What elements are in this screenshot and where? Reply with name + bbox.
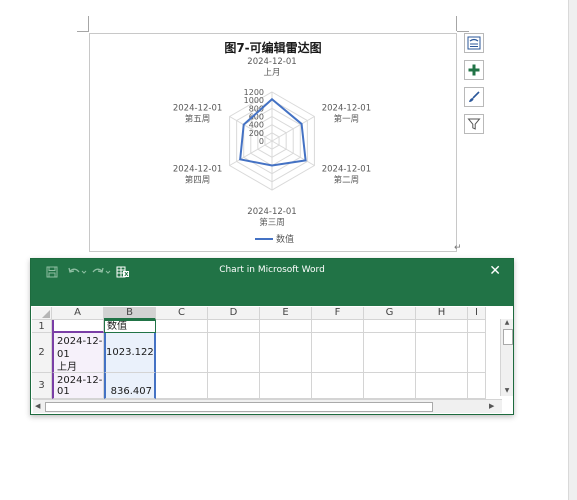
column-header-H[interactable]: H	[416, 307, 468, 320]
cell-G1[interactable]	[364, 320, 416, 333]
legend-label: 数值	[276, 233, 294, 245]
cell-I1[interactable]	[468, 320, 486, 333]
cell-A3[interactable]: 2024-12-01	[52, 373, 104, 399]
data-point	[304, 159, 307, 162]
select-all-corner[interactable]	[32, 307, 52, 320]
cell-A2[interactable]: 2024-12-01 上月	[52, 333, 104, 373]
cell-E1[interactable]	[260, 320, 312, 333]
row-header-1[interactable]: 1	[32, 320, 52, 333]
category-label-date: 2024-12-01	[173, 104, 222, 114]
column-header-F[interactable]: F	[312, 307, 364, 320]
layout-options-icon	[467, 36, 481, 50]
paragraph-mark: ↵	[454, 243, 462, 253]
close-icon: ✕	[489, 263, 501, 279]
chart-data-window: X Chart in Microsoft Word ✕ ABCDEFGHI 1 …	[30, 258, 514, 415]
scroll-up-button[interactable]: ▲	[502, 319, 512, 328]
window-title: Chart in Microsoft Word	[219, 265, 325, 275]
scroll-right-button[interactable]: ▶	[489, 401, 498, 412]
layout-options-button[interactable]	[464, 33, 484, 53]
cell-A1[interactable]	[52, 320, 104, 333]
category-label-date: 2024-12-01	[173, 165, 222, 175]
cell-B3[interactable]: 836.407	[104, 373, 156, 399]
column-header-I[interactable]: I	[468, 307, 486, 320]
cell-D1[interactable]	[208, 320, 260, 333]
column-header-G[interactable]: G	[364, 307, 416, 320]
cell-B2[interactable]: 1023.122	[104, 333, 156, 373]
category-label-date: 2024-12-01	[322, 165, 371, 175]
data-point	[300, 123, 303, 125]
crop-mark-top-right-h	[457, 31, 469, 32]
category-label-name: 第四周	[185, 175, 211, 186]
column-header-A[interactable]: A	[52, 307, 104, 320]
crop-mark-top-right-v	[456, 16, 457, 31]
category-label-date: 2024-12-01	[247, 207, 296, 217]
plus-icon	[468, 64, 480, 76]
cell-G3[interactable]	[364, 373, 416, 399]
category-label-name: 第二周	[334, 175, 360, 186]
cell-F1[interactable]	[312, 320, 364, 333]
cell-C1[interactable]	[156, 320, 208, 333]
radar-chart: 1200100080060040020002024-12-01上月2024-12…	[173, 57, 371, 245]
cell-I2[interactable]	[468, 333, 486, 373]
close-button[interactable]: ✕	[489, 263, 501, 279]
column-header-D[interactable]: D	[208, 307, 260, 320]
cell-B1[interactable]: 数值	[104, 320, 156, 333]
cell-C3[interactable]	[156, 373, 208, 399]
chart-elements-button[interactable]	[464, 60, 484, 80]
brush-icon	[469, 91, 480, 102]
cell-F2[interactable]	[312, 333, 364, 373]
column-header-B[interactable]: B	[104, 307, 156, 320]
category-label-name: 第五周	[185, 114, 211, 125]
category-label-name: 上月	[263, 68, 280, 78]
data-point	[242, 123, 245, 126]
data-point	[271, 98, 273, 101]
crop-mark-top-left-v	[88, 16, 89, 31]
row-header-2[interactable]: 2	[32, 333, 52, 373]
vertical-scrollbar[interactable]: ▲ ▼	[500, 319, 513, 396]
category-label-name: 第一周	[334, 114, 360, 125]
cell-H1[interactable]	[416, 320, 468, 333]
horizontal-scroll-thumb[interactable]	[45, 402, 433, 412]
window-titlebar: X Chart in Microsoft Word ✕	[31, 259, 513, 306]
document-scrollbar[interactable]	[568, 0, 577, 500]
cell-F3[interactable]	[312, 373, 364, 399]
chart-area[interactable]: 图7-可编辑雷达图 1200 1000 800 600 400 200 0 2024-12-0…	[89, 33, 457, 252]
document-page: 图7-可编辑雷达图 1200 1000 800 600 400 200 0 2024-12-0…	[0, 0, 568, 500]
column-header-E[interactable]: E	[260, 307, 312, 320]
data-point	[239, 158, 241, 161]
row-header-3[interactable]: 3	[32, 373, 52, 399]
cell-I3[interactable]	[468, 373, 486, 399]
radial-tick-label: 0	[259, 137, 264, 146]
data-point	[271, 164, 273, 167]
crop-mark-top-left-h	[77, 31, 89, 32]
cell-E3[interactable]	[260, 373, 312, 399]
cell-H2[interactable]	[416, 333, 468, 373]
column-header-C[interactable]: C	[156, 307, 208, 320]
cell-G2[interactable]	[364, 333, 416, 373]
cell-D2[interactable]	[208, 333, 260, 373]
category-label-name: 第三周	[259, 217, 285, 228]
category-label-date: 2024-12-01	[247, 57, 296, 67]
filter-icon	[467, 118, 481, 130]
category-label-date: 2024-12-01	[322, 104, 371, 114]
corner-triangle-icon	[42, 310, 50, 318]
chart-filters-button[interactable]	[464, 114, 484, 134]
cell-H3[interactable]	[416, 373, 468, 399]
cell-E2[interactable]	[260, 333, 312, 373]
scroll-down-button[interactable]: ▼	[502, 387, 512, 396]
scroll-left-button[interactable]: ◀	[35, 401, 44, 412]
cell-C2[interactable]	[156, 333, 208, 373]
cell-D3[interactable]	[208, 373, 260, 399]
chart-styles-button[interactable]	[464, 87, 484, 107]
horizontal-scrollbar[interactable]: ◀ ▶	[33, 399, 502, 413]
scroll-thumb[interactable]	[503, 329, 513, 345]
